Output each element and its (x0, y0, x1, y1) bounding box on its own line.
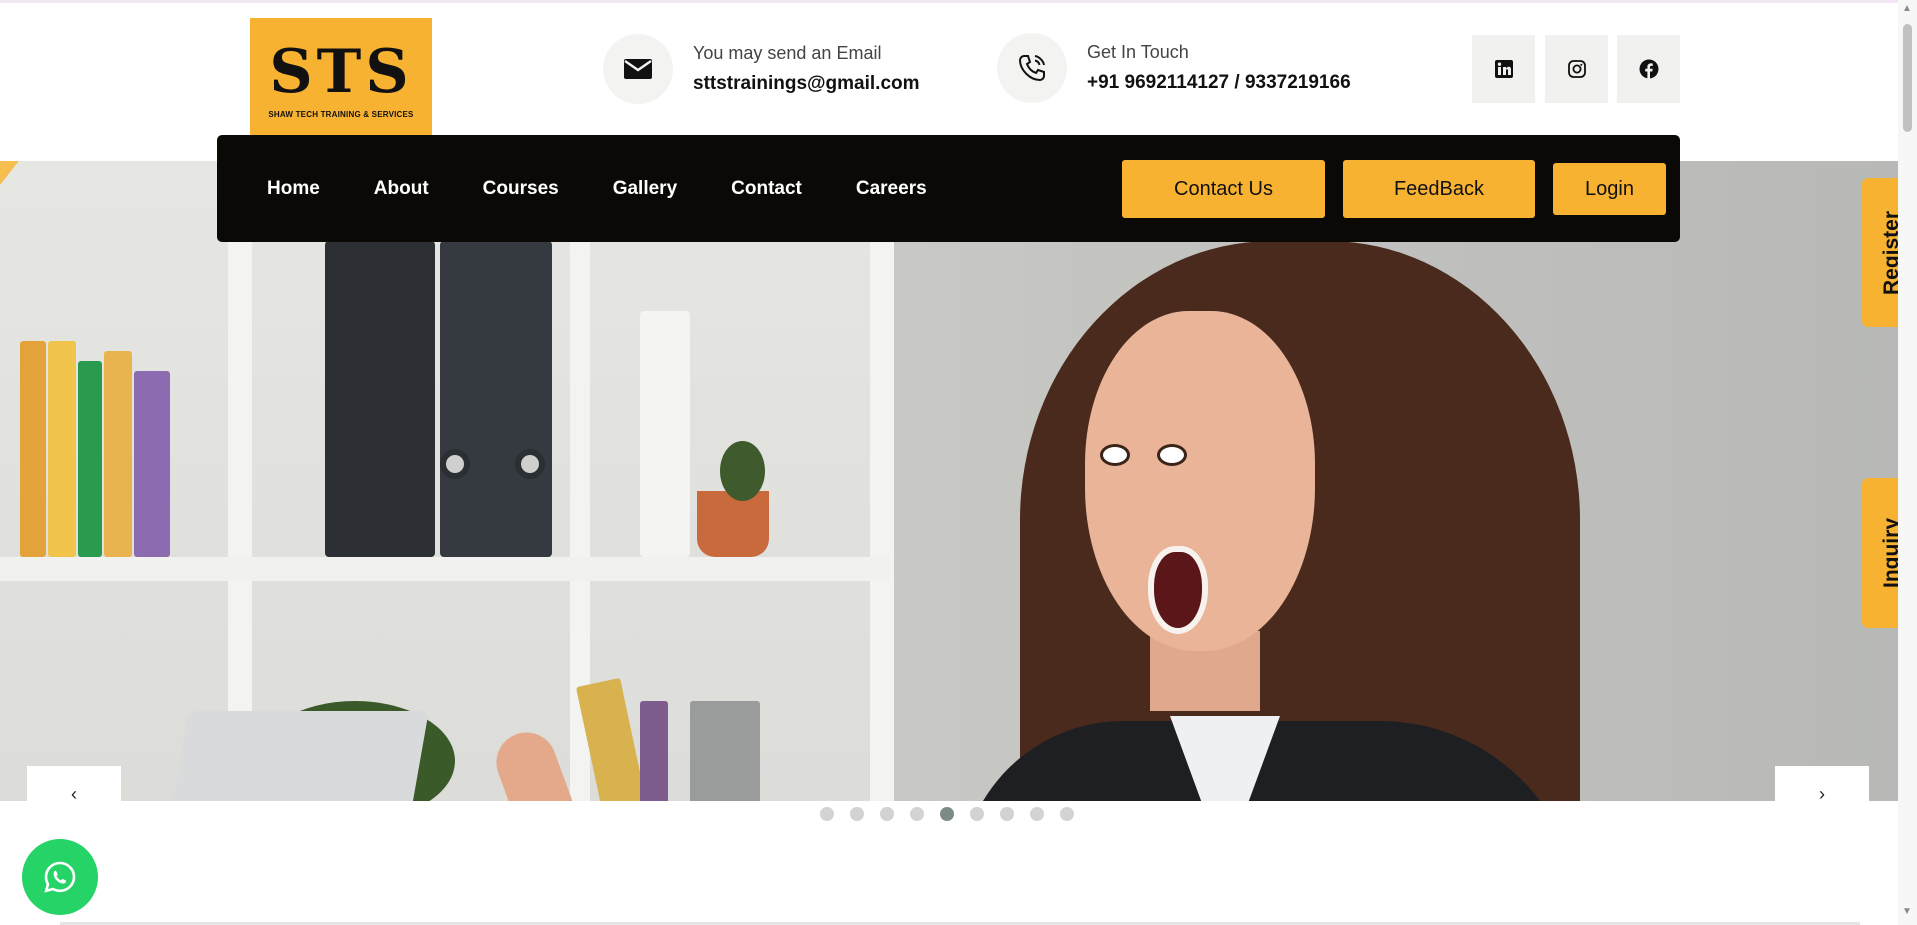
logo-subtitle: SHAW TECH TRAINING & SERVICES (268, 110, 414, 119)
nav-contact[interactable]: Contact (731, 178, 802, 200)
carousel-dot[interactable] (970, 807, 984, 821)
page: ‹ › STS SHAW TECH TRAINING & SERVICES Yo… (0, 0, 1917, 925)
scroll-down-icon[interactable]: ▼ (1902, 906, 1912, 917)
hero-binder (440, 241, 552, 557)
page-scrollbar[interactable]: ▲ ▼ (1898, 0, 1917, 925)
hero-laptop (171, 711, 429, 801)
phone-info: Get In Touch +91 9692114127 / 9337219166 (997, 33, 1351, 103)
linkedin-icon[interactable] (1472, 35, 1535, 103)
hero-shelf-post (228, 161, 252, 801)
scroll-thumb[interactable] (1903, 24, 1912, 132)
hero-person-eye (1157, 444, 1187, 466)
phone-label: Get In Touch (1087, 42, 1189, 62)
carousel-next-button[interactable]: › (1775, 766, 1869, 801)
carousel-dot[interactable] (940, 807, 954, 821)
login-button[interactable]: Login (1553, 163, 1666, 215)
hero-book (78, 361, 102, 557)
nav-links: Home About Courses Gallery Contact Caree… (267, 135, 981, 242)
hero-binder-ring (440, 449, 470, 479)
contact-us-button[interactable]: Contact Us (1122, 160, 1325, 218)
phone-icon (997, 33, 1067, 103)
carousel-dot[interactable] (910, 807, 924, 821)
whatsapp-icon[interactable] (22, 839, 98, 915)
nav-gallery[interactable]: Gallery (613, 178, 677, 200)
carousel-dot[interactable] (850, 807, 864, 821)
envelope-icon (603, 34, 673, 104)
carousel-dot[interactable] (1060, 807, 1074, 821)
nav-courses[interactable]: Courses (483, 178, 559, 200)
logo-mark: STS (269, 37, 413, 107)
carousel-dot[interactable] (820, 807, 834, 821)
main-navbar: Home About Courses Gallery Contact Caree… (217, 135, 1680, 242)
scroll-up-icon[interactable]: ▲ (1902, 3, 1912, 14)
hero-carousel: ‹ › (0, 161, 1898, 801)
carousel-dot[interactable] (1030, 807, 1044, 821)
hero-book (134, 371, 170, 557)
logo[interactable]: STS SHAW TECH TRAINING & SERVICES (250, 18, 432, 143)
hero-binder-ring (515, 449, 545, 479)
hero-book (690, 701, 760, 801)
phone-value[interactable]: +91 9692114127 / 9337219166 (1087, 72, 1351, 94)
hero-person-eye (1100, 444, 1130, 466)
hero-person-mouth (1148, 546, 1208, 634)
hero-book (20, 341, 46, 557)
carousel-prev-button[interactable]: ‹ (27, 766, 121, 801)
carousel-dot[interactable] (1000, 807, 1014, 821)
instagram-icon[interactable] (1545, 35, 1608, 103)
hero-shelf-post (870, 161, 894, 801)
hero-binder (640, 311, 690, 557)
hero-binder (325, 241, 435, 557)
facebook-icon[interactable] (1617, 35, 1680, 103)
hero-plant (720, 441, 765, 501)
hero-shelf-board (0, 557, 890, 581)
nav-about[interactable]: About (374, 178, 429, 200)
email-info: You may send an Email sttstrainings@gmai… (603, 34, 920, 104)
top-border (0, 0, 1917, 3)
carousel-indicators (820, 807, 1074, 821)
hero-book (640, 701, 668, 801)
feedback-button[interactable]: FeedBack (1343, 160, 1535, 218)
nav-careers[interactable]: Careers (856, 178, 927, 200)
hero-plant-pot (697, 491, 769, 557)
email-value[interactable]: sttstrainings@gmail.com (693, 73, 920, 95)
hero-book (104, 351, 132, 557)
carousel-dot[interactable] (880, 807, 894, 821)
email-label: You may send an Email (693, 43, 882, 63)
nav-home[interactable]: Home (267, 178, 320, 200)
hero-book (48, 341, 76, 557)
